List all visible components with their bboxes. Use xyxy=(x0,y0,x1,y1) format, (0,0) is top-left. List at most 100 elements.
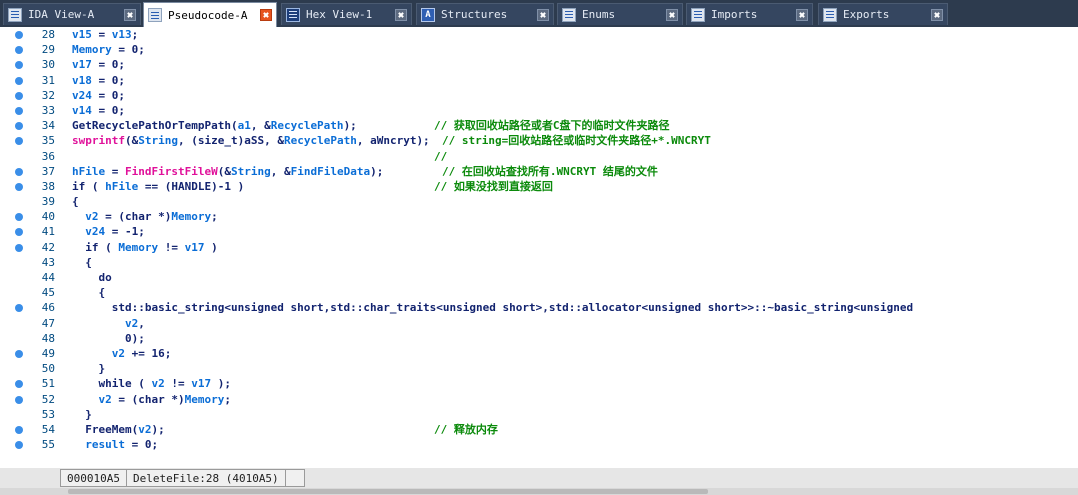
code-token-var: v17 xyxy=(184,240,205,254)
line-number: 34 xyxy=(41,119,55,133)
line-number: 47 xyxy=(41,316,55,330)
code-line[interactable]: 34 GetRecyclePathOrTempPath(a1, &RecycleP… xyxy=(0,118,1078,133)
breakpoint-dot-icon[interactable] xyxy=(15,137,23,146)
code-line[interactable]: 32 v24 = 0; xyxy=(0,88,1078,103)
code-token-var: v24 xyxy=(72,88,92,102)
code-token-kw: if xyxy=(72,179,86,193)
breakpoint-dot-icon[interactable] xyxy=(15,106,23,115)
code-line[interactable]: 37 hFile = FindFirstFileW(&String, &FindF… xyxy=(0,164,1078,179)
code-text: { xyxy=(72,285,105,300)
code-line[interactable]: 30 v17 = 0; xyxy=(0,57,1078,72)
breakpoint-dot-icon[interactable] xyxy=(15,122,23,131)
tab-exports[interactable]: Exports xyxy=(818,3,948,25)
breakpoint-dot-icon[interactable] xyxy=(15,167,23,176)
code-line[interactable]: 53 } xyxy=(0,407,1078,422)
scrollbar-thumb[interactable] xyxy=(68,489,708,494)
code-token-pun xyxy=(72,225,85,238)
code-line[interactable]: 44 do xyxy=(0,270,1078,285)
breakpoint-dot-icon[interactable] xyxy=(15,213,23,222)
code-token-var: v15 xyxy=(72,28,92,41)
code-line[interactable]: 48 0); xyxy=(0,331,1078,346)
horizontal-scrollbar[interactable] xyxy=(0,488,1078,495)
breakpoint-dot-icon[interactable] xyxy=(15,182,23,191)
code-token-pun: , (size_t) xyxy=(177,134,245,148)
tab-enums[interactable]: Enums xyxy=(557,3,683,25)
code-text: { xyxy=(72,255,92,270)
code-token-pun: = -1; xyxy=(105,225,145,239)
pseudocode-view[interactable]: 28 v15 = v13; 29 Memory = 0; 30 v17 = 0; 31 v18… xyxy=(0,27,1078,468)
breakpoint-dot-icon[interactable] xyxy=(15,304,23,313)
close-icon[interactable] xyxy=(537,8,549,21)
code-line[interactable]: 52 v2 = (char *)Memory; xyxy=(0,392,1078,407)
breakpoint-dot-icon[interactable] xyxy=(15,349,23,358)
code-line[interactable]: 51 while ( v2 != v17 ); xyxy=(0,376,1078,391)
code-text: 0); xyxy=(72,331,145,346)
close-icon[interactable] xyxy=(931,8,943,21)
code-token-pun: ( xyxy=(131,377,152,391)
tab-hex-view-1[interactable]: Hex View-1 xyxy=(281,3,412,25)
code-line[interactable]: 31 v18 = 0; xyxy=(0,73,1078,88)
close-icon[interactable] xyxy=(395,8,407,21)
code-text: } xyxy=(72,361,105,376)
code-line[interactable]: 29 Memory = 0; xyxy=(0,42,1078,57)
code-line[interactable]: 40 v2 = (char *)Memory; xyxy=(0,209,1078,224)
code-token-pun: ; xyxy=(151,438,159,452)
breakpoint-dot-icon[interactable] xyxy=(15,91,23,100)
code-line[interactable]: 45 { xyxy=(0,285,1078,300)
code-token-var: RecyclePath xyxy=(283,134,357,148)
tab-structures[interactable]: A Structures xyxy=(416,3,554,25)
breakpoint-dot-icon[interactable] xyxy=(15,441,23,450)
code-token-pun: ; xyxy=(118,88,125,102)
tab-ida-view-a[interactable]: IDA View-A xyxy=(3,3,141,25)
tab-label: Exports xyxy=(843,8,890,21)
breakpoint-dot-icon[interactable] xyxy=(15,76,23,85)
code-token-pun xyxy=(72,377,99,390)
code-line[interactable]: 36 // xyxy=(0,149,1078,164)
code-token-var: result xyxy=(85,438,125,452)
code-line[interactable]: 41 v24 = -1; xyxy=(0,224,1078,239)
breakpoint-dot-icon[interactable] xyxy=(15,425,23,434)
code-text: v24 = 0; xyxy=(72,88,125,103)
code-token-var: FindFileData xyxy=(290,164,371,178)
code-token-pun: = xyxy=(105,164,125,178)
breakpoint-dot-icon[interactable] xyxy=(15,46,23,55)
code-line[interactable]: 49 v2 += 16; xyxy=(0,346,1078,361)
close-icon[interactable] xyxy=(666,8,678,21)
line-number: 46 xyxy=(41,301,55,315)
close-icon[interactable] xyxy=(796,8,808,21)
breakpoint-dot-icon[interactable] xyxy=(15,395,23,404)
code-line[interactable]: 47 v2, xyxy=(0,316,1078,331)
close-icon[interactable] xyxy=(260,9,272,21)
code-line[interactable]: 46 std::basic_string<unsigned short,std:… xyxy=(0,300,1078,315)
code-comment: // 在回收站查找所有.WNCRYT 结尾的文件 xyxy=(442,164,658,178)
code-token-var: v2 xyxy=(124,316,139,330)
code-line[interactable]: 28 v15 = v13; xyxy=(0,27,1078,42)
code-token-var: v14 xyxy=(72,103,92,117)
code-line[interactable]: 55 result = 0; xyxy=(0,437,1078,452)
breakpoint-dot-icon[interactable] xyxy=(15,31,23,39)
line-number: 55 xyxy=(41,438,55,452)
tab-pseudocode-a[interactable]: Pseudocode-A xyxy=(143,2,277,27)
code-line[interactable]: 35 swprintf(&String, (size_t)aSS, &Recycl… xyxy=(0,133,1078,148)
code-token-pun: = xyxy=(125,438,145,452)
code-line[interactable]: 39 { xyxy=(0,194,1078,209)
code-line[interactable]: 33 v14 = 0; xyxy=(0,103,1078,118)
tab-imports[interactable]: Imports xyxy=(686,3,813,25)
imports-icon xyxy=(691,7,705,22)
breakpoint-dot-icon[interactable] xyxy=(15,61,23,70)
code-line[interactable]: 38 if ( hFile == (HANDLE)-1 ) // 如果没找到直接返回 xyxy=(0,179,1078,194)
code-text: v2, xyxy=(72,316,145,331)
code-line[interactable]: 42 if ( Memory != v17 ) xyxy=(0,240,1078,255)
code-line[interactable]: 43 { xyxy=(0,255,1078,270)
breakpoint-dot-icon[interactable] xyxy=(15,243,23,252)
close-icon[interactable] xyxy=(124,8,136,21)
code-line[interactable]: 50 } xyxy=(0,361,1078,376)
code-token-pun: == (HANDLE)-1 ) xyxy=(138,179,245,193)
code-text: std::basic_string<unsigned short,std::ch… xyxy=(72,300,913,315)
code-token-pun: { xyxy=(72,195,79,209)
breakpoint-dot-icon[interactable] xyxy=(15,228,23,237)
code-token-var: Memory xyxy=(184,392,225,406)
breakpoint-dot-icon[interactable] xyxy=(15,380,23,389)
tab-label: Structures xyxy=(441,8,508,21)
code-line[interactable]: 54 FreeMem(v2); // 释放内存 xyxy=(0,422,1078,437)
